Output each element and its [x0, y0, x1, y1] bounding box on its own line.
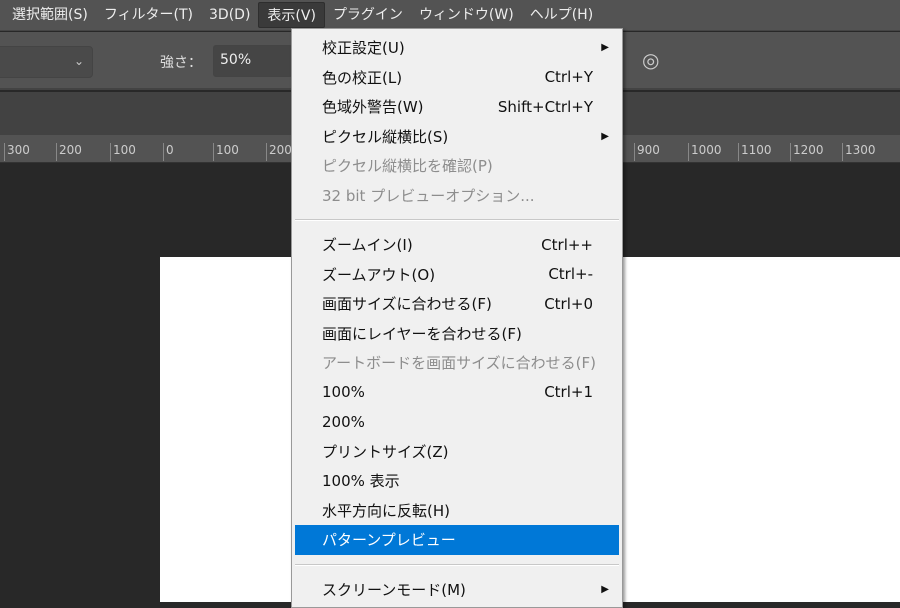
- menu-item: 32 bit プレビューオプション...: [295, 181, 619, 211]
- menu-item-label: 校正設定(U): [322, 39, 405, 58]
- view-menu-dropdown: 校正設定(U) ▶ 色の校正(L) Ctrl+Y 色域外警告(W) Shift+Ctrl+…: [291, 28, 623, 608]
- menu-item[interactable]: 100% 表示: [295, 466, 619, 496]
- strength-label: 強さ：: [160, 55, 202, 71]
- ruler-tick: 100: [213, 143, 239, 161]
- menu-separator: [292, 555, 622, 575]
- menu-item[interactable]: スクリーンモード(M) ▶: [295, 575, 619, 605]
- menu-item: アートボードを画面サイズに合わせる(F): [295, 348, 619, 378]
- menu-item-label: アートボードを画面サイズに合わせる(F): [322, 354, 596, 373]
- menu-4[interactable]: プラグイン: [325, 2, 411, 28]
- ruler-tick: 1200: [790, 143, 824, 161]
- menu-5[interactable]: ウィンドウ(W): [411, 2, 522, 28]
- submenu-arrow-icon: ▶: [601, 130, 609, 142]
- menu-bar: 選択範囲(S) フィルター(T) 3D(D) 表示(V) プラグイン ウィンドウ(W) ヘル…: [0, 0, 900, 31]
- menu-item-shortcut: Ctrl+-: [548, 265, 593, 284]
- menu-item[interactable]: 色の校正(L) Ctrl+Y: [295, 63, 619, 93]
- menu-item-label: 画面サイズに合わせる(F): [322, 295, 492, 314]
- menu-item: ピクセル縦横比を確認(P): [295, 151, 619, 181]
- menu-item-label: 色域外警告(W): [322, 98, 424, 117]
- menu-item[interactable]: プリントサイズ(Z): [295, 437, 619, 467]
- menu-item[interactable]: ピクセル縦横比(S) ▶: [295, 122, 619, 152]
- menu-item-label: ピクセル縦横比を確認(P): [322, 157, 493, 176]
- menu-item-label: 色の校正(L): [322, 68, 403, 87]
- submenu-arrow-icon: ▶: [601, 42, 609, 54]
- menu-item-shortcut: Ctrl++: [541, 235, 593, 254]
- menu-item[interactable]: ズームアウト(O) Ctrl+-: [295, 260, 619, 290]
- ruler-tick: 200: [56, 143, 82, 161]
- menu-item[interactable]: 画面サイズに合わせる(F) Ctrl+0: [295, 289, 619, 319]
- menu-item-label: 画面にレイヤーを合わせる(F): [322, 324, 522, 343]
- strength-value: 50%: [220, 52, 252, 68]
- ruler-tick: 1300: [842, 143, 876, 161]
- chevron-down-icon: ⌄: [74, 54, 85, 68]
- ruler-tick: 300: [4, 143, 30, 161]
- menu-item-label: パターンプレビュー: [322, 531, 456, 550]
- ruler-tick: 200: [266, 143, 292, 161]
- menu-item[interactable]: 色域外警告(W) Shift+Ctrl+Y: [295, 92, 619, 122]
- menu-item-shortcut: Ctrl+Y: [544, 68, 593, 87]
- menu-item[interactable]: 100% Ctrl+1: [295, 378, 619, 408]
- menu-item-label: ピクセル縦横比(S): [322, 127, 449, 146]
- menu-item[interactable]: ズームイン(I) Ctrl++: [295, 230, 619, 260]
- menu-item-label: 100% 表示: [322, 472, 400, 491]
- menu-6[interactable]: ヘルプ(H): [522, 2, 601, 28]
- menu-1[interactable]: フィルター(T): [96, 2, 201, 28]
- menu-item[interactable]: 水平方向に反転(H): [295, 496, 619, 526]
- strength-input[interactable]: 50%: [213, 45, 293, 77]
- menu-item[interactable]: 校正設定(U) ▶: [295, 33, 619, 63]
- menu-item-shortcut: Ctrl+1: [544, 383, 593, 402]
- menu-item-label: 100%: [322, 383, 365, 402]
- menu-0[interactable]: 選択範囲(S): [4, 2, 96, 28]
- menu-item[interactable]: 画面にレイヤーを合わせる(F): [295, 319, 619, 349]
- ruler-tick: 1000: [688, 143, 722, 161]
- menu-item-label: プリントサイズ(Z): [322, 442, 449, 461]
- menu-item-shortcut: Shift+Ctrl+Y: [497, 97, 593, 116]
- submenu-arrow-icon: ▶: [601, 583, 609, 595]
- menu-item[interactable]: 200%: [295, 407, 619, 437]
- menu-item[interactable]: パターンプレビュー: [295, 525, 619, 555]
- preset-dropdown[interactable]: ⌄: [0, 46, 93, 78]
- menu-item-label: 32 bit プレビューオプション...: [322, 186, 535, 205]
- menu-item-shortcut: Ctrl+0: [544, 294, 593, 313]
- menu-separator: [292, 210, 622, 230]
- menu-3[interactable]: 表示(V): [258, 2, 325, 28]
- ruler-tick: 0: [163, 143, 174, 161]
- ruler-tick: 1100: [738, 143, 772, 161]
- ruler-tick: 100: [110, 143, 136, 161]
- ruler-tick: 900: [634, 143, 660, 161]
- menu-item-label: ズームイン(I): [322, 236, 413, 255]
- menu-item-label: 200%: [322, 412, 365, 431]
- menu-item-label: スクリーンモード(M): [322, 580, 466, 599]
- airbrush-icon[interactable]: ◎: [642, 48, 659, 72]
- menu-item-label: 水平方向に反転(H): [322, 501, 450, 520]
- menu-2[interactable]: 3D(D): [201, 2, 258, 28]
- menu-item-label: ズームアウト(O): [322, 265, 436, 284]
